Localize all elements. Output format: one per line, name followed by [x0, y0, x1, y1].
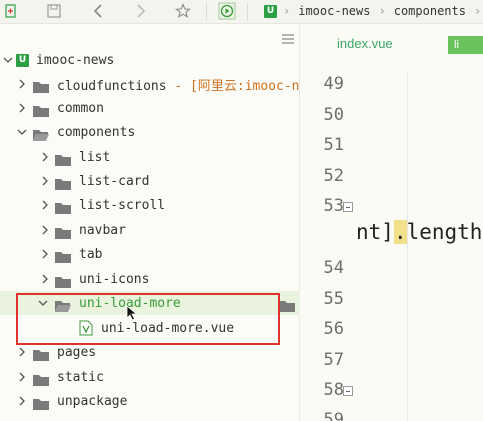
toolbar-divider [206, 3, 207, 20]
star-icon[interactable] [173, 0, 193, 22]
folder-open-icon [55, 297, 71, 312]
folder-icon [55, 248, 71, 263]
folder-open-icon [33, 126, 49, 141]
chevron-right-icon[interactable] [17, 79, 27, 89]
breadcrumb-project[interactable]: imooc-news [298, 4, 370, 18]
line-number: 53 [323, 196, 344, 216]
folder-icon [55, 199, 71, 214]
tree-label: components [57, 124, 136, 140]
code-line[interactable]: nt].length [356, 220, 482, 244]
chevron-right-icon[interactable] [40, 152, 50, 162]
line-number: 50 [323, 105, 344, 125]
uni-project-icon: U [264, 4, 277, 18]
tree-item-pages[interactable]: pages [0, 340, 299, 364]
tree-label: static [57, 369, 104, 385]
chevron-right-icon[interactable] [17, 396, 27, 406]
tree-item-navbar[interactable]: navbar [0, 218, 299, 242]
tree-item-uni-load-more-vue[interactable]: uni-load-more.vue [0, 316, 299, 340]
chevron-right-icon[interactable] [17, 103, 27, 113]
line-number: 51 [323, 135, 344, 155]
line-number: 54 [323, 258, 344, 278]
tree-label: navbar [79, 222, 126, 238]
tree-label: uni-load-more.vue [101, 320, 235, 336]
chevron-right-icon[interactable] [17, 372, 27, 382]
line-number: 55 [323, 289, 344, 309]
tree-item-unpackage[interactable]: unpackage [0, 389, 299, 413]
tree-item-list-card[interactable]: list-card [0, 169, 299, 193]
line-number: 49 [323, 74, 344, 94]
tree-label: pages [57, 344, 97, 360]
cloud-provider-label: - [阿里云:imooc-ne [166, 78, 299, 94]
tree-item-list-scroll[interactable]: list-scroll [0, 193, 299, 217]
drag-ghost-folder-icon [279, 297, 295, 312]
toolbar: U › imooc-news › components › [0, 0, 483, 24]
chevron-right-icon[interactable] [40, 274, 50, 284]
chevron-right-icon[interactable] [17, 347, 27, 357]
breadcrumb-separator: › [378, 4, 386, 18]
tree-label: list-scroll [79, 197, 166, 213]
tree-label: uni-icons [79, 271, 150, 287]
uni-project-icon: U [16, 53, 29, 67]
tree-label: unpackage [57, 393, 128, 409]
line-number: 57 [323, 350, 344, 370]
tree-item-cloudfunctions[interactable]: cloudfunctions - [阿里云:imooc-ne [0, 72, 299, 96]
tree-label: tab [79, 246, 103, 262]
tree-item-root[interactable]: U imooc-news [0, 48, 299, 72]
folder-icon [33, 78, 49, 93]
tree-item-uni-load-more[interactable]: uni-load-more [0, 291, 299, 315]
code-editor[interactable]: index.vue li 49 50 51 52 53 nt].length 5… [299, 24, 483, 421]
vue-file-icon [79, 320, 93, 336]
tree-label: imooc-news [36, 52, 115, 68]
folder-icon [55, 151, 71, 166]
tree-item-components[interactable]: components [0, 120, 299, 144]
folder-icon [33, 395, 49, 410]
project-explorer: U imooc-news cloudfunctions - [阿里云:imooc… [0, 24, 299, 421]
chevron-right-icon[interactable] [40, 249, 50, 259]
toolbar-divider [247, 3, 248, 20]
fold-toggle-icon[interactable] [343, 202, 353, 212]
tree-item-tab[interactable]: tab [0, 242, 299, 266]
chevron-right-icon[interactable] [40, 225, 50, 235]
folder-icon [33, 102, 49, 117]
save-icon[interactable] [43, 0, 65, 22]
tab-index-vue[interactable]: index.vue [337, 36, 393, 51]
chevron-down-icon[interactable] [17, 127, 27, 137]
tab-active[interactable]: li [448, 36, 483, 54]
chevron-right-icon[interactable] [40, 200, 50, 210]
chevron-right-icon[interactable] [40, 176, 50, 186]
back-arrow-icon[interactable] [88, 0, 108, 22]
breadcrumb: U › imooc-news › components › [264, 0, 481, 22]
run-icon[interactable] [216, 0, 238, 22]
tree-item-common[interactable]: common [0, 96, 299, 120]
tree-item-static[interactable]: static [0, 365, 299, 389]
menu-icon[interactable] [282, 29, 294, 44]
line-number: 58 [323, 380, 344, 400]
gutter-divider [407, 72, 408, 421]
tree-label: list-card [79, 173, 150, 189]
breadcrumb-separator: › [473, 4, 482, 18]
tree-item-list[interactable]: list [0, 145, 299, 169]
folder-icon [33, 371, 49, 386]
line-number: 56 [323, 319, 344, 339]
tree-label: list [79, 149, 111, 165]
breadcrumb-folder[interactable]: components [394, 4, 466, 18]
folder-icon [33, 346, 49, 361]
line-number: 52 [323, 166, 344, 186]
fold-toggle-icon[interactable] [343, 386, 353, 396]
chevron-down-icon[interactable] [3, 55, 13, 65]
line-number: 59 [323, 410, 344, 421]
breadcrumb-separator: › [283, 4, 291, 18]
forward-arrow-icon[interactable] [131, 0, 151, 22]
editor-tab-bar: index.vue li [300, 24, 483, 66]
folder-icon [55, 273, 71, 288]
tree-label: cloudfunctions - [阿里云:imooc-ne [57, 75, 299, 94]
folder-icon [55, 224, 71, 239]
folder-icon [55, 175, 71, 190]
tree-label: common [57, 100, 104, 116]
tree-item-uni-icons[interactable]: uni-icons [0, 267, 299, 291]
chevron-down-icon[interactable] [38, 298, 48, 308]
new-file-icon[interactable] [0, 0, 22, 22]
